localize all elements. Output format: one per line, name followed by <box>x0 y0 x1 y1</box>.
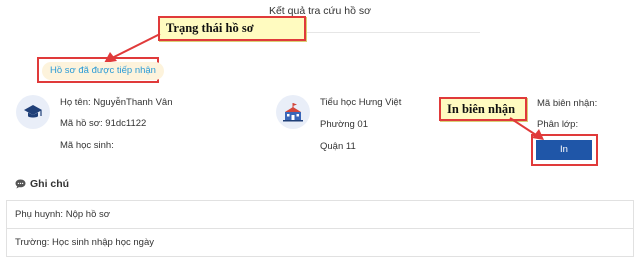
school-building-icon <box>283 103 303 122</box>
student-code: Mã học sinh: <box>60 140 114 151</box>
student-name: Họ tên: NguyễnThanh Vân <box>60 97 173 108</box>
notes-header: Ghi chú <box>15 178 69 190</box>
school-name: Tiểu học Hưng Việt <box>320 97 402 108</box>
note-label: Phụ huynh: <box>15 209 64 220</box>
note-row-parent: Phụ huynh: Nộp hồ sơ <box>7 201 633 229</box>
student-avatar <box>16 95 50 129</box>
status-badge: Hồ sơ đã được tiếp nhận <box>42 62 164 80</box>
school-district: Quận 11 <box>320 141 356 152</box>
chat-bubble-icon <box>15 179 26 189</box>
graduation-cap-icon <box>24 105 42 118</box>
school-ward: Phường 01 <box>320 119 368 130</box>
school-avatar <box>276 95 310 129</box>
receipt-code: Mã biên nhận: <box>537 98 598 109</box>
status-annotation-callout: Trạng thái hồ sơ <box>158 16 306 41</box>
note-text: Học sinh nhập học ngày <box>49 237 154 248</box>
note-text: Nộp hồ sơ <box>63 209 110 220</box>
note-label: Trường: <box>15 237 50 248</box>
notes-table: Phụ huynh: Nộp hồ sơ Trường: Học sinh nh… <box>6 200 634 257</box>
note-row-school: Trường: Học sinh nhập học ngày <box>7 229 633 257</box>
student-file-code: Mã hồ sơ: 91dc1122 <box>60 118 147 129</box>
class-assignment: Phân lớp: <box>537 119 579 130</box>
page-title: Kết quả tra cứu hồ sơ <box>268 5 372 17</box>
notes-title: Ghi chú <box>30 178 70 190</box>
print-receipt-button[interactable]: In <box>536 140 592 160</box>
